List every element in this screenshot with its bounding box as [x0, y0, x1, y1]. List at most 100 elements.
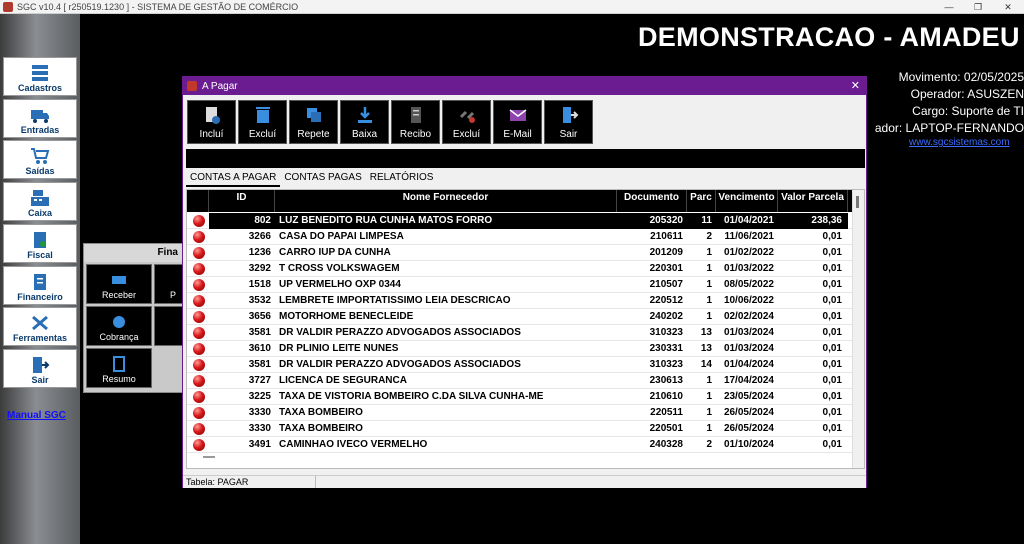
vertical-scrollbar[interactable] — [852, 190, 864, 468]
cell-parc: 1 — [706, 311, 712, 322]
table-row[interactable]: 3581 DR VALDIR PERAZZO ADVOGADOS ASSOCIAD… — [187, 325, 853, 341]
sidebar-item-label: Saídas — [25, 166, 55, 176]
status-dot-icon — [193, 311, 205, 323]
cell-id: 3610 — [248, 343, 271, 354]
cell-nome: CAMINHAO IVECO VERMELHO — [279, 439, 428, 450]
cell-valor: 0,01 — [822, 407, 842, 418]
cell-id: 3581 — [248, 327, 271, 338]
cell-doc: 310323 — [649, 327, 683, 338]
cell-id: 3491 — [248, 439, 271, 450]
financeiro-panel: Fina Receber P Cobrança Resumo — [83, 243, 193, 393]
table-row[interactable]: 3330 TAXA BOMBEIRO 220511 1 26/05/2024 0,01 — [187, 405, 853, 421]
tab-relatorios[interactable]: RELATÓRIOS — [366, 169, 438, 187]
status-dot-icon — [193, 359, 205, 371]
cell-parc: 14 — [700, 359, 712, 370]
table-row[interactable]: 3581 DR VALDIR PERAZZO ADVOGADOS ASSOCIAD… — [187, 357, 853, 373]
header-parc[interactable]: Parc — [687, 190, 716, 212]
cell-id: 802 — [209, 213, 275, 229]
table-row[interactable]: 3266 CASA DO PAPAI LIMPESA 210611 2 11/06/20… — [187, 229, 853, 245]
repete-button[interactable]: Repete — [289, 100, 338, 144]
close-window-button[interactable]: ✕ — [993, 0, 1023, 14]
cell-id: 3532 — [248, 295, 271, 306]
status-bar: Tabela: PAGAR — [183, 475, 866, 488]
cell-venc: 01/02/2022 — [723, 247, 774, 258]
tab-contas-pagas[interactable]: CONTAS PAGAS — [280, 169, 365, 187]
sidebar-item-ferramentas[interactable]: Ferramentas — [3, 307, 77, 346]
dialog-title: A Pagar — [202, 80, 238, 92]
excluir-link-button[interactable]: Excluí — [442, 100, 491, 144]
sidebar-item-saidas[interactable]: Saídas — [3, 140, 77, 179]
cell-id: 3225 — [248, 391, 271, 402]
cell-parc: 1 — [706, 391, 712, 402]
website-link[interactable]: www.sgcsistemas.com — [909, 137, 1010, 148]
cobranca-button[interactable]: Cobrança — [86, 306, 152, 346]
table-row[interactable]: 3610 DR PLINIO LEITE NUNES 230331 13 01/03/2… — [187, 341, 853, 357]
cell-venc: 08/05/2022 — [723, 279, 774, 290]
table-row[interactable]: 3225 TAXA DE VISTORIA BOMBEIRO C.DA SILVA… — [187, 389, 853, 405]
cell-venc: 02/02/2024 — [723, 311, 774, 322]
cell-id: 3266 — [248, 231, 271, 242]
cell-nome: LEMBRETE IMPORTATISSIMO LEIA DESCRICAO — [279, 295, 511, 306]
cell-id: 3330 — [248, 423, 271, 434]
recibo-button[interactable]: Recibo — [391, 100, 440, 144]
table-row[interactable]: 3727 LICENCA DE SEGURANCA 230613 1 17/04/202… — [187, 373, 853, 389]
cell-parc: 1 — [706, 263, 712, 274]
cell-venc: 11/06/2021 — [724, 231, 775, 242]
incluir-button[interactable]: Incluí — [187, 100, 236, 144]
sidebar-item-label: Sair — [31, 375, 49, 385]
cell-doc: 240202 — [649, 311, 683, 322]
dialog-app-icon — [187, 81, 197, 91]
maximize-button[interactable]: ❐ — [963, 0, 993, 14]
resumo-button[interactable]: Resumo — [86, 348, 152, 388]
pagar-label: P — [169, 290, 176, 300]
receber-button[interactable]: Receber — [86, 264, 152, 304]
tools-icon — [32, 315, 48, 331]
sidebar-item-financeiro[interactable]: Financeiro — [3, 266, 77, 305]
email-icon — [509, 109, 526, 121]
sidebar-item-sair[interactable]: Sair — [3, 349, 77, 388]
header-id[interactable]: ID — [209, 190, 275, 212]
resumo-label: Resumo — [102, 374, 136, 384]
download-icon — [357, 107, 372, 123]
cargo-label: Cargo: Suporte de TI — [912, 104, 1024, 118]
cell-parc: 1 — [706, 375, 712, 386]
table-row[interactable]: 1236 CARRO IUP DA CUNHA 201209 1 01/02/2022 0… — [187, 245, 853, 261]
header-valor-parcela[interactable]: Valor Parcela — [778, 190, 848, 212]
baixa-button[interactable]: Baixa — [340, 100, 389, 144]
cell-nome: LUZ BENEDITO RUA CUNHA MATOS FORRO — [275, 213, 617, 229]
dialog-close-button[interactable]: ✕ — [851, 79, 860, 92]
scroll-thumb[interactable] — [856, 196, 859, 208]
manual-link[interactable]: Manual SGC — [7, 410, 66, 421]
sidebar-item-cadastros[interactable]: Cadastros — [3, 57, 77, 96]
header-vencimento[interactable]: Vencimento — [716, 190, 778, 212]
table-row[interactable]: 3292 T CROSS VOLKSWAGEM 220301 1 01/03/2022 0… — [187, 261, 853, 277]
tab-contas-a-pagar[interactable]: CONTAS A PAGAR — [186, 169, 281, 187]
minimize-button[interactable]: — — [934, 0, 964, 14]
excluir-button[interactable]: Excluí — [238, 100, 287, 144]
cell-venc: 17/04/2024 — [723, 375, 774, 386]
receive-money-icon — [112, 276, 126, 284]
table-row[interactable]: 3491 CAMINHAO IVECO VERMELHO 240328 2 01/10/… — [187, 437, 853, 453]
dialog-titlebar: A Pagar ✕ — [183, 77, 866, 95]
header-nome-fornecedor[interactable]: Nome Fornecedor — [275, 190, 617, 212]
filter-bar — [186, 149, 865, 168]
table-row[interactable]: 1518 UP VERMELHO OXP 0344 210507 1 08/05/202… — [187, 277, 853, 293]
cell-valor: 0,01 — [822, 327, 842, 338]
table-row[interactable]: 3330 TAXA BOMBEIRO 220501 1 26/05/2024 0,01 — [187, 421, 853, 437]
sidebar-item-fiscal[interactable]: Fiscal — [3, 224, 77, 263]
sidebar-item-entradas[interactable]: Entradas — [3, 99, 77, 138]
header-documento[interactable]: Documento — [617, 190, 687, 212]
status-dot-icon — [193, 279, 205, 291]
table-row[interactable]: 3656 MOTORHOME BENECLEIDE 240202 1 02/02/202… — [187, 309, 853, 325]
table-row[interactable]: 3532 LEMBRETE IMPORTATISSIMO LEIA DESCRIC… — [187, 293, 853, 309]
cell-parc: 1 — [706, 423, 712, 434]
cell-parc: 1 — [706, 279, 712, 290]
sair-button[interactable]: Sair — [544, 100, 593, 144]
table-row[interactable]: 802 LUZ BENEDITO RUA CUNHA MATOS FORRO 205… — [187, 213, 853, 229]
email-button[interactable]: E-Mail — [493, 100, 542, 144]
cell-nome: CASA DO PAPAI LIMPESA — [279, 231, 404, 242]
sidebar-item-caixa[interactable]: Caixa — [3, 182, 77, 221]
status-dot-icon — [193, 247, 205, 259]
window-title: SGC v10.4 [ r250519.1230 ] - SISTEMA DE … — [17, 1, 299, 12]
status-dot-icon — [193, 391, 205, 403]
